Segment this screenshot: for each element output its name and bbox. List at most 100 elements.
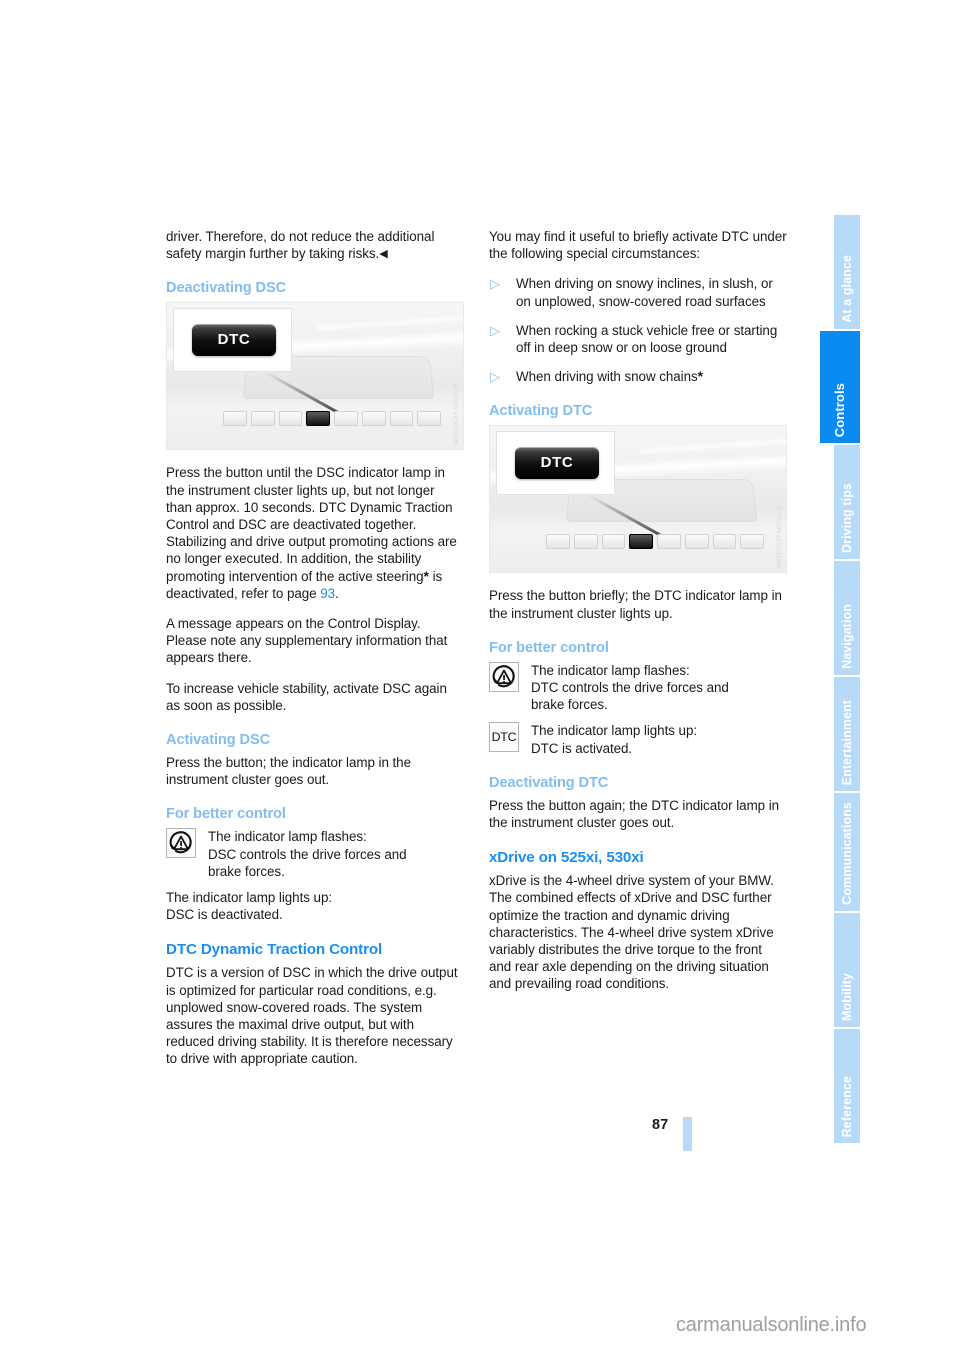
dashboard-button <box>278 411 303 427</box>
paragraph-useful-circumstances: You may find it useful to briefly activa… <box>489 229 787 262</box>
figure-dtc-button: DTC WKDSC2FA0VAUS <box>489 425 787 574</box>
list-item-text: When driving with snow chains <box>516 369 698 385</box>
sidebar-tab-label: Navigation <box>840 604 854 669</box>
dashboard-button <box>361 411 386 427</box>
figure-dsc-button: DTC WKDSC2FA0VAUS <box>166 302 464 451</box>
paragraph-press-button: Press the button until the DSC indicator… <box>166 464 464 602</box>
section-tab-strip: At a glance Controls Driving tips Naviga… <box>820 215 860 1143</box>
circumstances-list: ▷ When driving on snowy inclines, in slu… <box>489 275 787 385</box>
list-item: ▷ When rocking a stuck vehicle free or s… <box>489 322 787 356</box>
heading-for-better-control-dsc: For better control <box>166 806 286 823</box>
dsc-warning-icon <box>489 661 519 692</box>
indicator-lamp-steady-text-dtc: The indicator lamp lights up: DTC is act… <box>531 722 697 756</box>
sidebar-tab-at-a-glance[interactable]: At a glance <box>834 215 860 329</box>
lamp-line: DSC controls the drive forces and <box>208 846 407 862</box>
sidebar-tab-label: Driving tips <box>840 483 854 553</box>
sidebar-tab-driving-tips[interactable]: Driving tips <box>834 445 860 559</box>
dashboard-button <box>657 534 681 550</box>
figure-code: WKDSC2FA0VAUS <box>776 505 783 569</box>
dashboard-button <box>601 534 626 550</box>
sidebar-tab-label: Mobility <box>840 972 854 1021</box>
watermark: carmanualsonline.info <box>676 1314 867 1336</box>
right-column: You may find it useful to briefly activa… <box>489 228 787 1006</box>
paragraph-xdrive: xDrive is the 4-wheel drive system of yo… <box>489 873 774 992</box>
dashboard-button <box>740 534 764 550</box>
paragraph-control-display-message: A message appears on the Control Display… <box>166 616 448 666</box>
page-number-bar <box>683 1117 692 1151</box>
sidebar-tab-label: Communications <box>840 802 854 905</box>
list-item: ▷ When driving with snow chains* <box>489 368 787 385</box>
dashboard-button <box>546 534 570 550</box>
sidebar-tab-label: Entertainment <box>840 699 854 785</box>
triangle-bullet-icon: ▷ <box>490 369 500 385</box>
left-column: driver. Therefore, do not reduce the add… <box>166 228 464 1081</box>
dashboard-button-dtc-highlighted <box>629 534 653 550</box>
paragraph-intro-text: driver. Therefore, do not reduce the add… <box>166 229 435 262</box>
lamp-line: The indicator lamp flashes: <box>208 829 367 845</box>
paragraph-intro: driver. Therefore, do not reduce the add… <box>166 228 464 262</box>
lamp-line: brake forces. <box>208 863 285 879</box>
figure-code: WKDSC2FA0VAUS <box>453 382 460 446</box>
indicator-lamp-steady-row-dtc: DTC The indicator lamp lights up: DTC is… <box>489 722 787 756</box>
option-asterisk: * <box>697 368 704 385</box>
paragraph-period: . <box>335 585 339 601</box>
sidebar-tab-communications[interactable]: Communications <box>834 793 860 911</box>
dtc-button-closeup: DTC <box>192 324 276 357</box>
sidebar-tab-entertainment[interactable]: Entertainment <box>834 677 860 791</box>
paragraph-activating-dsc: Press the button; the indicator lamp in … <box>166 755 411 788</box>
lamp-line: The indicator lamp lights up: <box>166 890 333 906</box>
callout-box: DTC <box>173 308 292 373</box>
list-item-text: When driving on snowy inclines, in slush… <box>516 276 773 309</box>
heading-activating-dsc: Activating DSC <box>166 732 271 749</box>
lamp-line: The indicator lamp flashes: <box>531 662 690 678</box>
dashboard-button <box>684 534 709 550</box>
dashboard-button <box>389 411 414 427</box>
dsc-warning-icon <box>166 828 196 859</box>
paragraph-deactivating-dtc: Press the button again; the DTC indicato… <box>489 797 780 831</box>
indicator-lamp-flash-text-dtc: The indicator lamp flashes: DTC controls… <box>531 662 729 714</box>
indicator-lamp-steady-text-dsc: The indicator lamp lights up: DSC is dea… <box>166 889 464 923</box>
paragraph-dtc-description: DTC is a version of DSC in which the dri… <box>166 965 458 1067</box>
dtc-lamp-icon: DTC <box>489 722 519 753</box>
callout-box: DTC <box>496 431 615 496</box>
dashboard-button <box>712 534 737 550</box>
dashboard-button-dtc-highlighted <box>306 411 330 427</box>
dashboard-button <box>250 411 275 427</box>
sidebar-tab-label: At a glance <box>840 255 854 323</box>
dashboard-button-row <box>223 411 441 427</box>
dashboard-button-row <box>546 534 764 550</box>
dashboard-button <box>417 411 441 427</box>
page-reference-link[interactable]: 93 <box>320 586 335 601</box>
indicator-lamp-flash-text-dsc: The indicator lamp flashes: DSC controls… <box>208 828 407 880</box>
dtc-lamp-icon-label: DTC <box>491 730 517 745</box>
paragraph-increase-stability: To increase vehicle stability, activate … <box>166 680 447 713</box>
lamp-line: DTC is activated. <box>531 740 633 756</box>
dashboard-button <box>334 411 358 427</box>
sidebar-tab-navigation[interactable]: Navigation <box>834 561 860 675</box>
page-number: 87 <box>652 1117 669 1133</box>
triangle-bullet-icon: ▷ <box>490 322 500 338</box>
triangle-bullet-icon: ▷ <box>490 276 500 292</box>
manual-page: At a glance Controls Driving tips Naviga… <box>0 0 960 1358</box>
section-end-mark: ◀ <box>379 248 388 261</box>
heading-dtc-dynamic-traction-control: DTC Dynamic Traction Control <box>166 941 383 959</box>
sidebar-tab-mobility[interactable]: Mobility <box>834 913 860 1027</box>
sidebar-tab-reference[interactable]: Reference <box>834 1029 860 1143</box>
heading-deactivating-dtc: Deactivating DTC <box>489 774 609 791</box>
sidebar-tab-label: Reference <box>840 1075 854 1137</box>
heading-xdrive: xDrive on 525xi, 530xi <box>489 849 644 867</box>
dashboard-button <box>573 534 598 550</box>
heading-for-better-control-dtc: For better control <box>489 639 609 656</box>
heading-deactivating-dsc: Deactivating DSC <box>166 280 287 297</box>
paragraph-press-briefly: Press the button briefly; the DTC indica… <box>489 588 782 621</box>
lamp-line: The indicator lamp lights up: <box>531 723 698 739</box>
lamp-line: DTC controls the drive forces and <box>531 680 729 696</box>
indicator-lamp-flash-row-dsc: The indicator lamp flashes: DSC controls… <box>166 828 464 880</box>
dtc-button-closeup: DTC <box>515 447 599 480</box>
sidebar-tab-label: Controls <box>832 382 847 437</box>
list-item: ▷ When driving on snowy inclines, in slu… <box>489 275 787 309</box>
paragraph-press-button-text: Press the button until the DSC indicator… <box>166 465 457 584</box>
lamp-line: brake forces. <box>531 697 608 713</box>
dashboard-button <box>223 411 247 427</box>
sidebar-tab-controls[interactable]: Controls <box>820 331 860 443</box>
